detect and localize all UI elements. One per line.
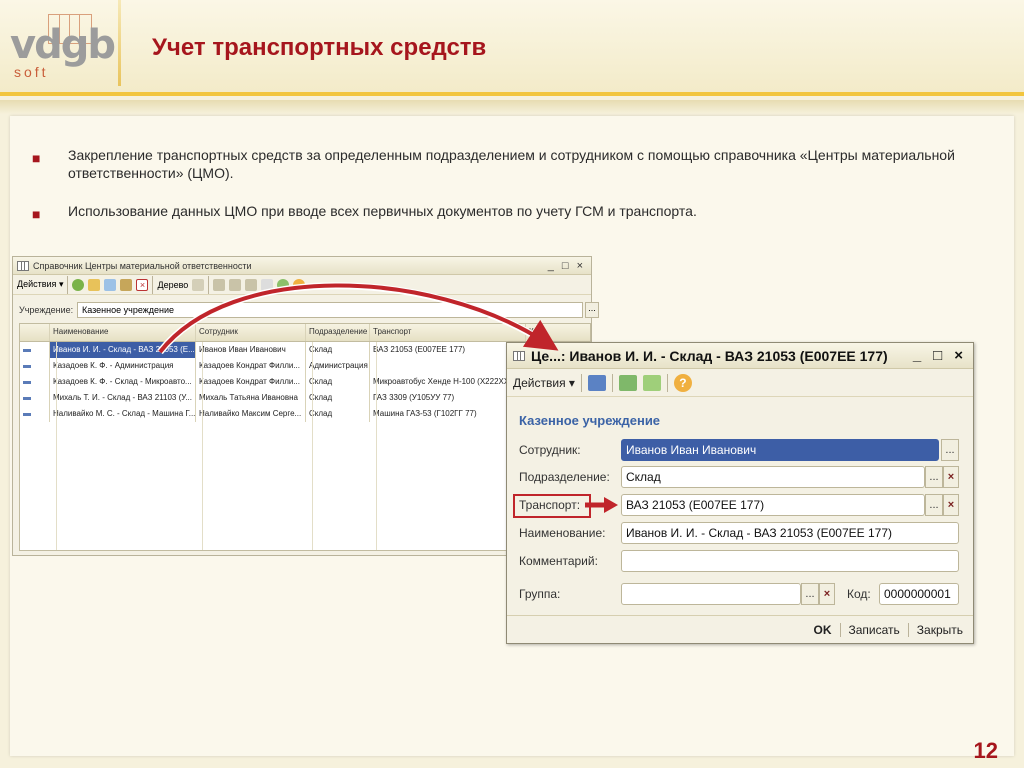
curved-arrow-icon <box>158 283 559 354</box>
page-number: 12 <box>973 738 998 763</box>
pointer-arrowhead-icon <box>604 497 618 513</box>
curved-arrow-icon <box>157 282 550 355</box>
annotation-arrows <box>157 282 618 513</box>
